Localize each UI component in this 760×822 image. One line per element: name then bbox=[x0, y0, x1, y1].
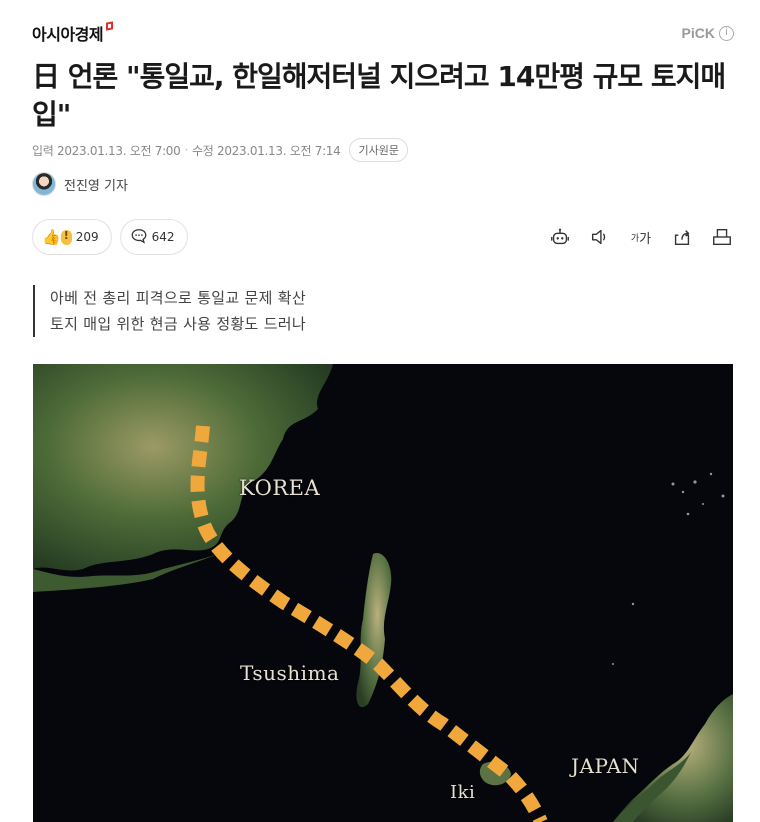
reaction-button[interactable]: 👍 209 bbox=[32, 219, 112, 255]
map-label-iki: Iki bbox=[450, 782, 476, 803]
input-label: 입력 bbox=[32, 143, 54, 158]
edit-time: 2023.01.13. 오전 7:14 bbox=[217, 143, 341, 158]
article-title: 日 언론 "통일교, 한일해저터널 지으려고 14만평 규모 토지매입" bbox=[32, 60, 726, 131]
font-size-large-label: 가 bbox=[639, 231, 652, 247]
map-label-japan: JAPAN bbox=[571, 754, 640, 778]
share-icon[interactable] bbox=[670, 225, 694, 249]
korea-landmass bbox=[33, 364, 333, 571]
summary-line: 아베 전 총리 피격으로 통일교 문제 확산 bbox=[50, 289, 307, 307]
comment-count: 642 bbox=[151, 230, 175, 244]
original-article-button[interactable]: 기사원문 bbox=[349, 138, 408, 162]
reporter[interactable]: 전진영 기자 bbox=[32, 172, 128, 196]
comment-icon bbox=[130, 227, 148, 248]
robot-icon[interactable] bbox=[548, 225, 572, 249]
pick-badge[interactable]: PiCK i bbox=[682, 25, 734, 41]
info-icon[interactable]: i bbox=[719, 25, 734, 41]
press-logo[interactable]: 아시아경제 bbox=[32, 21, 114, 45]
print-icon[interactable] bbox=[710, 225, 734, 249]
input-time: 2023.01.13. 오전 7:00 bbox=[57, 143, 181, 158]
top-bar: 아시아경제 PiCK i bbox=[32, 20, 734, 46]
article-meta: 입력 2023.01.13. 오전 7:00 · 수정 2023.01.13. … bbox=[32, 138, 408, 162]
tool-group: 가가 bbox=[548, 225, 734, 249]
action-bar: 👍 209 642 가가 bbox=[32, 219, 734, 255]
press-name[interactable]: 아시아경제 bbox=[32, 21, 104, 45]
meta-separator: · bbox=[184, 143, 188, 157]
font-size-small-label: 가 bbox=[630, 233, 640, 244]
article-image[interactable]: KOREA Tsushima JAPAN Iki bbox=[33, 364, 733, 822]
surprised-icon bbox=[60, 229, 72, 245]
tsushima-island bbox=[356, 553, 392, 708]
reaction-group: 👍 209 642 bbox=[32, 219, 188, 255]
font-size-icon[interactable]: 가가 bbox=[628, 225, 654, 249]
speaker-icon[interactable] bbox=[588, 225, 612, 249]
summary-line: 토지 매입 위한 현금 사용 정황도 드러나 bbox=[50, 315, 307, 333]
map-label-korea: KOREA bbox=[239, 476, 321, 500]
article-summary: 아베 전 총리 피격으로 통일교 문제 확산 토지 매입 위한 현금 사용 정황… bbox=[33, 285, 306, 337]
pick-label: PiCK bbox=[681, 25, 715, 41]
map-label-tsushima: Tsushima bbox=[240, 661, 340, 685]
city-lights bbox=[612, 472, 725, 665]
comment-button[interactable]: 642 bbox=[119, 219, 188, 255]
press-logo-mark-icon bbox=[106, 21, 114, 31]
reporter-avatar[interactable] bbox=[32, 172, 56, 196]
edit-label: 수정 bbox=[192, 143, 214, 158]
reporter-name[interactable]: 전진영 기자 bbox=[64, 175, 128, 194]
thumbs-up-icon: 👍 bbox=[42, 227, 61, 246]
reaction-count: 209 bbox=[75, 230, 99, 244]
